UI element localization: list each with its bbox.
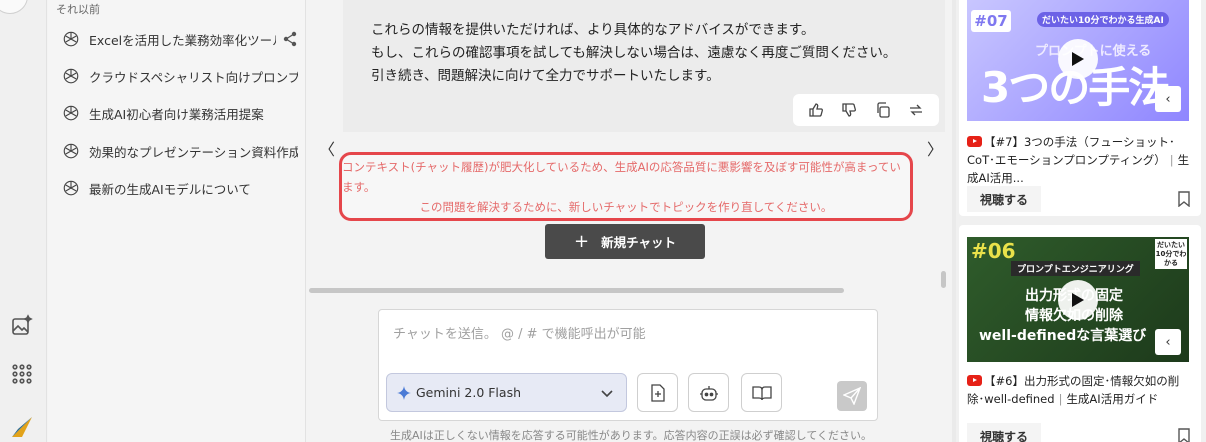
openai-logo-icon	[63, 143, 79, 159]
video-panel: #07 だいたい10分でわかる生成AI プロンプトに使える 3つの手法 ‹ 【#…	[956, 0, 1206, 442]
video-channel: 生成AI活用ガイド	[1066, 392, 1159, 406]
openai-logo-icon	[63, 31, 79, 47]
file-add-icon	[650, 383, 665, 402]
regenerate-icon[interactable]	[907, 101, 925, 119]
plus-icon: +	[574, 231, 590, 252]
horizontal-scrollbar-thumb[interactable]	[309, 288, 844, 293]
history-item[interactable]: 効果的なプレゼンテーション資料作成手順	[62, 138, 298, 164]
message-text: これらの情報を提供いただければ、より具体的なアドバイスができます。 もし、これら…	[371, 19, 896, 88]
watch-button[interactable]: 視聴する	[967, 423, 1041, 442]
prompt-library-button[interactable]	[741, 373, 782, 412]
send-button[interactable]	[837, 381, 867, 411]
image-generate-icon[interactable]	[9, 313, 35, 339]
watch-button[interactable]: 視聴する	[967, 186, 1041, 212]
new-chat-button[interactable]: + 新規チャット	[545, 224, 705, 259]
new-chat-label: 新規チャット	[601, 235, 676, 250]
warning-line: この問題を解決するために、新しいチャットでトピックを作り直してください。	[419, 199, 833, 214]
thumb-line: well-definedな言葉選び	[979, 328, 1147, 344]
history-item-label: 効果的なプレゼンテーション資料作成手順	[89, 144, 298, 160]
model-select-value: Gemini 2.0 Flash	[416, 385, 522, 400]
history-item[interactable]: クラウドスペシャリスト向けプロンプト作成...	[62, 63, 298, 89]
video-card: #07 だいたい10分でわかる生成AI プロンプトに使える 3つの手法 ‹ 【#…	[959, 0, 1201, 216]
model-select[interactable]: Gemini 2.0 Flash	[386, 373, 627, 412]
thumb-tag: プロンプトエンジニアリング	[1011, 261, 1140, 276]
video-thumbnail[interactable]: #07 だいたい10分でわかる生成AI プロンプトに使える 3つの手法 ‹	[967, 0, 1189, 121]
context-warning-banner: コンテキスト(チャット履歴)が肥大化しているため、生成AIの応答品質に悪影響を及…	[339, 152, 913, 221]
video-title[interactable]: 【#6】出力形式の固定･情報欠如の削除･well-defined | 生成AI活用ガ…	[967, 372, 1195, 408]
warning-line: コンテキスト(チャット履歴)が肥大化しているため、生成AIの応答品質に悪影響を及…	[342, 159, 901, 194]
chat-history-sidebar: それ以前 Excelを活用した業務効率化ツール... クラウドスペシャリスト向け…	[48, 0, 306, 442]
brand-logo-icon[interactable]	[9, 414, 35, 440]
message-actions	[793, 94, 939, 126]
carousel-prev-button[interactable]: ‹	[1155, 86, 1181, 112]
prev-message-button[interactable]: 〈	[319, 136, 335, 160]
thumb-top-text: だいたい10分でわかる	[1155, 239, 1187, 269]
video-title-text: 【#7】3つの手法（フューショット･CoT･エモーションプロンプティング）	[967, 135, 1175, 167]
history-item-label: 最新の生成AIモデルについて	[89, 181, 251, 197]
thumbs-down-icon[interactable]	[840, 101, 858, 119]
openai-logo-icon	[63, 180, 79, 196]
sparkle-icon	[397, 385, 411, 400]
openai-logo-icon	[63, 105, 79, 121]
book-icon	[751, 385, 772, 400]
openai-logo-icon	[63, 68, 79, 84]
chevron-down-icon	[601, 390, 613, 398]
bookmark-icon[interactable]	[1177, 428, 1191, 442]
robot-icon	[699, 385, 718, 401]
thumb-badge: #07	[971, 10, 1011, 32]
message-line: これらの情報を提供いただければ、より具体的なアドバイスができます。	[371, 22, 815, 38]
play-icon[interactable]	[1058, 39, 1098, 79]
user-avatar[interactable]	[0, 0, 28, 14]
history-item-label: 生成AI初心者向け業務活用提案	[89, 106, 264, 122]
chat-input-box[interactable]: チャットを送信。 @ / # で機能呼出が可能 Gemini 2.0 Flash	[378, 309, 878, 421]
history-section-label: それ以前	[56, 3, 100, 16]
chat-input-placeholder[interactable]: チャットを送信。 @ / # で機能呼出が可能	[393, 323, 646, 342]
attach-file-button[interactable]	[637, 373, 678, 412]
share-icon[interactable]	[282, 31, 298, 47]
thumb-badge: #06	[971, 239, 1016, 263]
thumbs-up-icon[interactable]	[807, 101, 825, 119]
send-icon	[843, 387, 861, 405]
apps-grid-icon[interactable]	[9, 361, 35, 387]
video-card: #06 だいたい10分でわかる プロンプトエンジニアリング 出力形式の固定 情報…	[959, 225, 1201, 442]
thumb-top-text: だいたい10分でわかる生成AI	[1037, 12, 1169, 27]
history-item[interactable]: 生成AI初心者向け業務活用提案	[62, 100, 298, 126]
next-message-button[interactable]: 〉	[927, 136, 943, 160]
video-thumbnail[interactable]: #06 だいたい10分でわかる プロンプトエンジニアリング 出力形式の固定 情報…	[967, 237, 1189, 362]
message-line: もし、これらの確認事項を試しても解決しない場合は、遠慮なく再度ご質問ください。	[371, 45, 897, 61]
chat-main: これらの情報を提供いただければ、より具体的なアドバイスができます。 もし、これら…	[307, 0, 952, 442]
assistant-message: これらの情報を提供いただければ、より具体的なアドバイスができます。 もし、これら…	[343, 0, 945, 132]
app-rail	[0, 0, 47, 442]
message-line: 引き続き、問題解決に向けて全力でサポートいたします。	[371, 68, 720, 84]
carousel-prev-button[interactable]: ‹	[1155, 329, 1181, 355]
video-title[interactable]: 【#7】3つの手法（フューショット･CoT･エモーションプロンプティング） | 生成…	[967, 133, 1195, 187]
history-item-label: Excelを活用した業務効率化ツール...	[89, 32, 276, 48]
history-item[interactable]: Excelを活用した業務効率化ツール...	[62, 26, 298, 52]
copy-icon[interactable]	[874, 101, 892, 119]
play-icon[interactable]	[1058, 280, 1098, 320]
agent-button[interactable]	[688, 373, 729, 412]
history-item[interactable]: 最新の生成AIモデルについて	[62, 175, 298, 201]
youtube-icon	[967, 375, 982, 386]
vertical-scrollbar-thumb[interactable]	[941, 271, 946, 288]
history-item-label: クラウドスペシャリスト向けプロンプト作成...	[89, 69, 298, 85]
bookmark-icon[interactable]	[1177, 191, 1191, 207]
disclaimer-text: 生成AIは正しくない情報を応答する可能性があります。応答内容の正誤は必ず確認して…	[390, 429, 873, 442]
youtube-icon	[967, 136, 982, 147]
